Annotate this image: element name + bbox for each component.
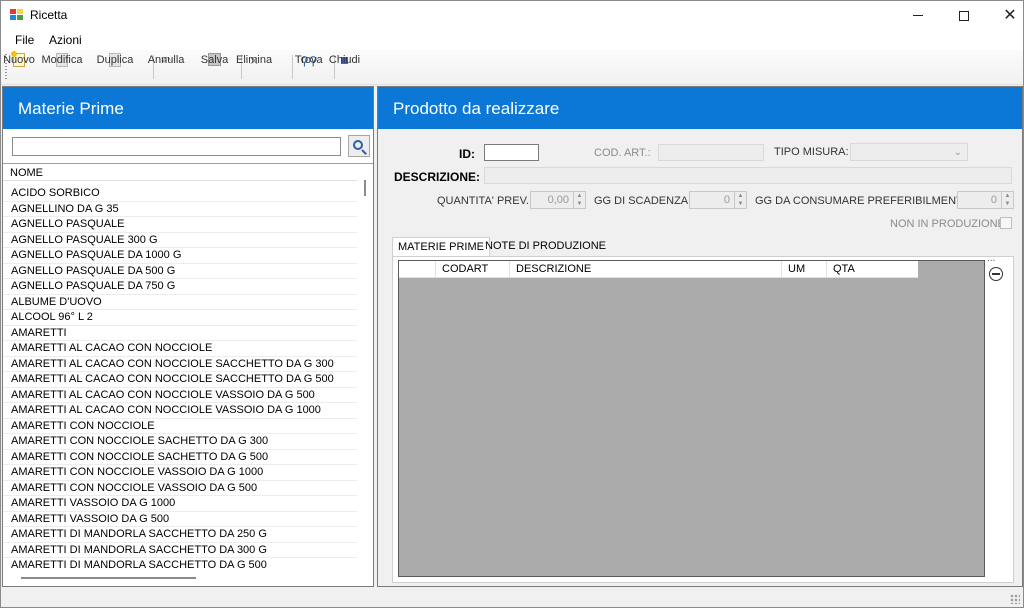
spinner-icon[interactable]: ▲ ▼ (1001, 192, 1013, 208)
tab-content-materie-prime: CODART DESCRIZIONE UM QTA ... (392, 253, 1014, 583)
grid-column-qta[interactable]: QTA (826, 261, 918, 278)
menu-bar: File Azioni (1, 30, 1023, 50)
grid-column-descrizione[interactable]: DESCRIZIONE (509, 261, 781, 278)
search-button[interactable] (348, 135, 370, 157)
list-item[interactable]: AGNELLO PASQUALE DA 750 G (3, 279, 357, 295)
non-in-produzione-label: NON IN PRODUZIONE (890, 218, 1005, 230)
cod-art-label: COD. ART.: (594, 147, 651, 159)
list-item[interactable]: AMARETTI AL CACAO CON NOCCIOLE SACCHETTO… (3, 357, 357, 372)
list-item[interactable]: AMARETTI CON NOCCIOLE VASSOIO DA G 1000 (3, 465, 357, 481)
menu-azioni[interactable]: Azioni (49, 33, 82, 47)
list-body: ACIDO SORBICO AGNELLINO DA G 35 AGNELLO PA… (3, 186, 357, 574)
list-item[interactable]: AMARETTI VASSOIO DA G 500 (3, 512, 357, 527)
list-item[interactable]: AGNELLO PASQUALE (3, 217, 357, 233)
chevron-down-icon: ⌄ (953, 147, 962, 158)
list-item[interactable]: AMARETTI AL CACAO CON NOCCIOLE (3, 341, 357, 357)
close-button[interactable]: ✕ (987, 1, 1024, 30)
tipo-misura-label: TIPO MISURA: (774, 146, 849, 158)
list-item[interactable]: AMARETTI CON NOCCIOLE (3, 419, 357, 434)
trova-button[interactable]: ⚲⚲ Trova (295, 53, 323, 83)
id-label: ID: (459, 147, 475, 161)
list-item[interactable]: AGNELLO PASQUALE 300 G (3, 233, 357, 248)
list-item[interactable]: AMARETTI CON NOCCIOLE VASSOIO DA G 500 (3, 481, 357, 496)
materie-prime-title: Materie Prime (18, 99, 124, 118)
grid-column-um[interactable]: UM (781, 261, 826, 278)
list-item[interactable]: AGNELLO PASQUALE DA 500 G (3, 264, 357, 279)
menu-file[interactable]: File (15, 33, 34, 47)
materie-prime-header: Materie Prime (3, 87, 373, 129)
toolbar: Nuovo Modifica Duplica ↶ Annulla Salva ✕… (1, 50, 1023, 85)
gg-scadenza-stepper[interactable]: 0 ▲ ▼ (689, 191, 747, 209)
tipo-misura-select[interactable]: ⌄ (850, 143, 968, 161)
list-item[interactable]: AGNELLINO DA G 35 (3, 202, 357, 217)
grid-column-codart[interactable]: CODART (435, 261, 509, 278)
gg-scadenza-label: GG DI SCADENZA: (594, 195, 692, 207)
materie-prime-panel: Materie Prime NOME ACIDO SORBICO AGNELLIN… (2, 86, 374, 587)
descrizione-field[interactable] (484, 167, 1012, 184)
window-title: Ricetta (30, 8, 68, 22)
list-item[interactable]: AMARETTI AL CACAO CON NOCCIOLE VASSOIO D… (3, 388, 357, 403)
nuovo-button[interactable]: Nuovo (3, 51, 35, 83)
cod-art-field[interactable] (658, 144, 764, 161)
grid-row-header[interactable] (399, 261, 435, 278)
toolbar-separator (292, 55, 293, 79)
list-item[interactable]: AMARETTI DI MANDORLA SACCHETTO DA 250 G (3, 527, 357, 543)
gg-consumare-stepper[interactable]: 0 ▲ ▼ (957, 191, 1014, 209)
id-field[interactable] (484, 144, 539, 161)
list-column-nome[interactable]: NOME (3, 164, 357, 181)
elimina-button[interactable]: ✕ Elimina (236, 53, 272, 83)
window: Ricetta ✕ File Azioni Nuovo Modifica Dup… (0, 0, 1024, 608)
list-item[interactable]: AMARETTI AL CACAO CON NOCCIOLE VASSOIO D… (3, 403, 357, 419)
prodotto-title: Prodotto da realizzare (393, 99, 560, 118)
list-item[interactable]: ALCOOL 96° L 2 (3, 310, 357, 326)
horizontal-scrollbar[interactable] (3, 570, 357, 586)
minimize-button[interactable] (895, 1, 941, 30)
descrizione-label: DESCRIZIONE: (394, 170, 481, 184)
scroll-thumb[interactable] (21, 577, 196, 579)
search-icon (353, 140, 363, 150)
list-item[interactable]: AGNELLO PASQUALE DA 1000 G (3, 248, 357, 264)
list-item[interactable]: AMARETTI CON NOCCIOLE SACHETTO DA G 300 (3, 434, 357, 450)
non-in-produzione-checkbox[interactable] (1000, 217, 1012, 229)
list-item[interactable]: ALBUME D'UOVO (3, 295, 357, 310)
title-bar: Ricetta ✕ (1, 1, 1023, 30)
vertical-scrollbar[interactable] (357, 164, 373, 564)
scroll-thumb[interactable] (364, 180, 366, 196)
status-bar (1, 589, 1023, 607)
quantita-prev-label: QUANTITA' PREV.: (437, 195, 533, 207)
spinner-icon[interactable]: ▲ ▼ (734, 192, 746, 208)
prodotto-header: Prodotto da realizzare (378, 87, 1022, 129)
prodotto-panel: Prodotto da realizzare ID: COD. ART.: TI… (377, 86, 1023, 587)
materie-prime-list[interactable]: NOME ACIDO SORBICO AGNELLINO DA G 35 AGNEL… (3, 163, 373, 586)
maximize-button[interactable] (941, 1, 987, 30)
list-item[interactable]: ACIDO SORBICO (3, 186, 357, 202)
spinner-icon[interactable]: ▲ ▼ (573, 192, 585, 208)
salva-button[interactable]: Salva (201, 53, 228, 83)
quantita-prev-stepper[interactable]: 0,00 ▲ ▼ (530, 191, 586, 209)
maximize-icon (959, 10, 969, 21)
close-icon: ✕ (1003, 6, 1017, 24)
tab-note-di-produzione[interactable]: NOTE DI PRODUZIONE (480, 237, 611, 257)
gg-consumare-label: GG DA CONSUMARE PREFERIBILMENTE: (755, 195, 974, 207)
chiudi-button[interactable]: Chiudi (329, 53, 360, 83)
list-item[interactable]: AMARETTI DI MANDORLA SACCHETTO DA 300 G (3, 543, 357, 558)
ingredients-grid[interactable]: CODART DESCRIZIONE UM QTA (398, 260, 985, 577)
list-item[interactable]: AMARETTI AL CACAO CON NOCCIOLE SACCHETTO… (3, 372, 357, 388)
list-item[interactable]: AMARETTI CON NOCCIOLE SACHETTO DA G 500 (3, 450, 357, 465)
more-options-icon[interactable]: ... (987, 253, 995, 264)
app-icon (10, 9, 23, 20)
annulla-button[interactable]: ↶ Annulla (148, 53, 185, 83)
remove-row-button[interactable] (989, 267, 1003, 281)
tab-materie-prime[interactable]: MATERIE PRIME (392, 237, 490, 258)
list-item[interactable]: AMARETTI VASSOIO DA G 1000 (3, 496, 357, 512)
duplica-button[interactable]: Duplica (97, 53, 133, 83)
minimize-icon (913, 15, 923, 16)
list-item[interactable]: AMARETTI (3, 326, 357, 341)
modifica-button[interactable]: Modifica (42, 53, 82, 83)
search-input[interactable] (12, 137, 341, 156)
grid-header: CODART DESCRIZIONE UM QTA (399, 261, 918, 278)
resize-grip-icon[interactable] (1010, 594, 1020, 604)
